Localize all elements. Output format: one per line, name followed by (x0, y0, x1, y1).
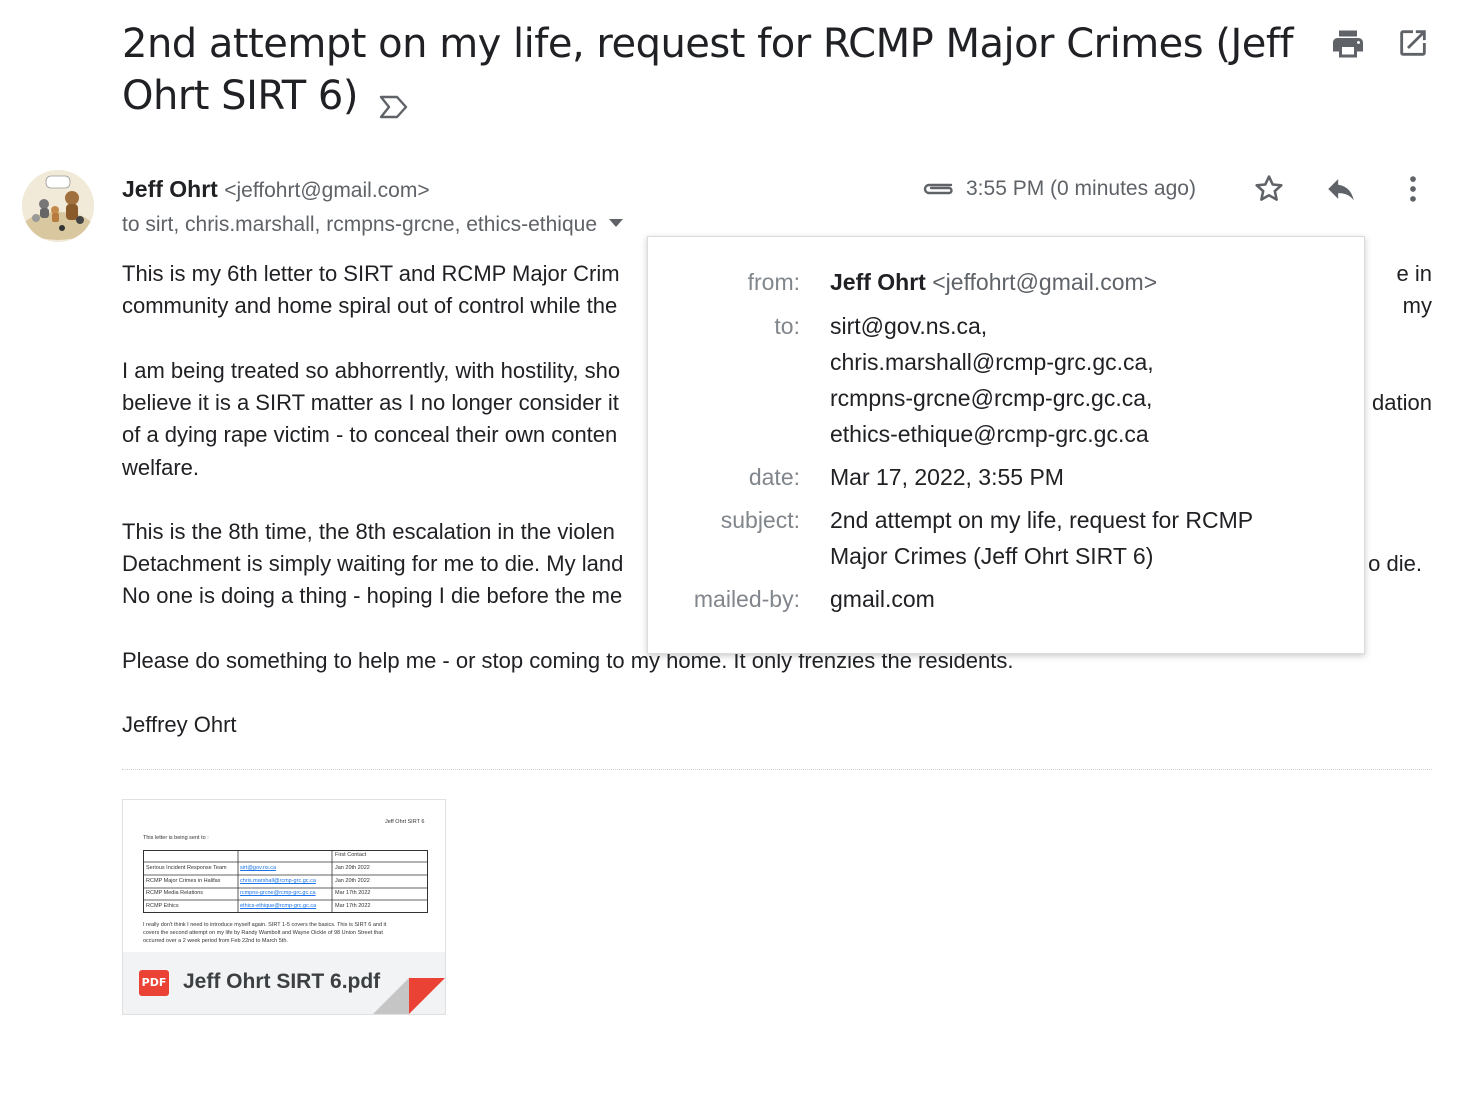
to-recipient: sirt@gov.ns.ca, (830, 313, 988, 339)
preview-cell: Mar 17th 2022 (335, 890, 371, 896)
body-line: welfare. (122, 455, 200, 480)
avatar[interactable] (22, 170, 94, 242)
from-value: Jeff Ohrt <jeffohrt@gmail.com> (830, 264, 1330, 300)
mailed-by-value: gmail.com (830, 586, 935, 612)
to-recipient: chris.marshall@rcmp-grc.gc.ca, (830, 349, 1154, 375)
subject-line: Major Crimes (Jeff Ohrt SIRT 6) (830, 543, 1154, 569)
print-icon[interactable] (1330, 26, 1366, 62)
important-marker-icon[interactable] (378, 81, 410, 119)
to-value: sirt@gov.ns.ca, chris.marshall@rcmp-grc.… (830, 308, 1330, 452)
preview-intro: This letter is being sent to : (143, 835, 209, 841)
open-in-new-window-icon[interactable] (1396, 26, 1432, 62)
from-label: from: (747, 269, 800, 295)
body-line: Detachment is simply waiting for me to d… (122, 551, 624, 576)
body-line: community and home spiral out of control… (122, 293, 618, 318)
body-line: This is the 8th time, the 8th escalation… (122, 519, 615, 544)
date-label: date: (748, 464, 800, 490)
date-value: Mar 17, 2022, 3:55 PM (830, 464, 1064, 490)
sender-details-popup: from: Jeff Ohrt <jeffohrt@gmail.com> to:… (647, 236, 1365, 654)
from-name: Jeff Ohrt (830, 269, 926, 295)
to-recipient: ethics-ethique@rcmp-grc.gc.ca (830, 421, 1149, 447)
preview-cell: sirt@gov.ns.ca (240, 865, 277, 871)
body-line: believe it is a SIRT matter as I no long… (122, 390, 619, 415)
subject-label: subject: (720, 507, 800, 533)
preview-table-header: First Contact (335, 852, 367, 858)
body-line: of a dying rape victim - to conceal thei… (122, 422, 618, 447)
subject-value: 2nd attempt on my life, request for RCMP… (830, 502, 1330, 574)
recipients-text: to sirt, chris.marshall, rcmpns-grcne, e… (122, 213, 597, 236)
body-line: e in my (1396, 261, 1432, 319)
body-line: dation (1372, 390, 1432, 415)
preview-cell: rcmpns-grcne@rcmp-grc.gc.ca (240, 890, 316, 896)
sender-email: <jeffohrt@gmail.com> (224, 179, 430, 202)
to-recipient: rcmpns-grcne@rcmp-grc.gc.ca, (830, 385, 1153, 411)
subject-text: 2nd attempt on my life, request for RCMP… (122, 21, 1294, 119)
caret-down-icon[interactable] (609, 219, 623, 228)
body-line: No one is doing a thing - hoping I die b… (122, 583, 623, 608)
preview-paragraph: occurred over a 2 week period from Feb 2… (143, 938, 288, 944)
preview-cell: RCMP Ethics (146, 903, 179, 909)
attachment-preview: Jeff Ohrt SIRT 6 This letter is being se… (123, 800, 445, 952)
signature: Jeffrey Ohrt (122, 712, 237, 737)
sender[interactable]: Jeff Ohrt <jeffohrt@gmail.com> (122, 174, 430, 206)
preview-paragraph: covers the second attempt on my life by … (143, 930, 383, 936)
preview-cell: RCMP Major Crimes in Halifax (146, 878, 221, 884)
mailed-by-label: mailed-by: (693, 586, 800, 612)
preview-cell: Serious Incident Response Team (146, 865, 227, 871)
attachment-divider (122, 769, 1432, 770)
attachment-card[interactable]: Jeff Ohrt SIRT 6 This letter is being se… (122, 799, 446, 1015)
preview-cell: ethics-ethique@rcmp-grc.gc.ca (240, 903, 317, 909)
preview-header: Jeff Ohrt SIRT 6 (385, 819, 425, 825)
preview-cell: RCMP Media Relations (146, 890, 204, 896)
page-fold-icon (373, 978, 445, 1014)
preview-cell: Mar 17th 2022 (335, 903, 371, 909)
subject-line: 2nd attempt on my life, request for RCMP (830, 507, 1254, 533)
paperclip-icon (920, 176, 956, 200)
from-email: <jeffohrt@gmail.com> (932, 269, 1158, 295)
to-label: to: (774, 313, 800, 339)
star-icon[interactable] (1252, 172, 1286, 206)
body-line: I am being treated so abhorrently, with … (122, 358, 621, 383)
pdf-icon: PDF (139, 970, 169, 996)
preview-cell: Jan 20th 2022 (335, 865, 370, 871)
email-subject: 2nd attempt on my life, request for RCMP… (122, 18, 1302, 122)
preview-cell: Jan 20th 2022 (335, 878, 370, 884)
body-line: This is my 6th letter to SIRT and RCMP M… (122, 261, 620, 286)
preview-cell: chris.marshall@rcmp-grc.gc.ca (240, 878, 316, 884)
email-time: 3:55 PM (0 minutes ago) (966, 177, 1196, 200)
sender-name[interactable]: Jeff Ohrt (122, 176, 218, 202)
preview-paragraph: I really don't think I need to introduce… (143, 922, 387, 928)
recipients-summary[interactable]: to sirt, chris.marshall, rcmpns-grcne, e… (122, 210, 623, 240)
more-vert-icon[interactable] (1396, 172, 1430, 206)
reply-icon[interactable] (1323, 172, 1357, 206)
attachment-filename[interactable]: Jeff Ohrt SIRT 6.pdf (183, 967, 380, 997)
